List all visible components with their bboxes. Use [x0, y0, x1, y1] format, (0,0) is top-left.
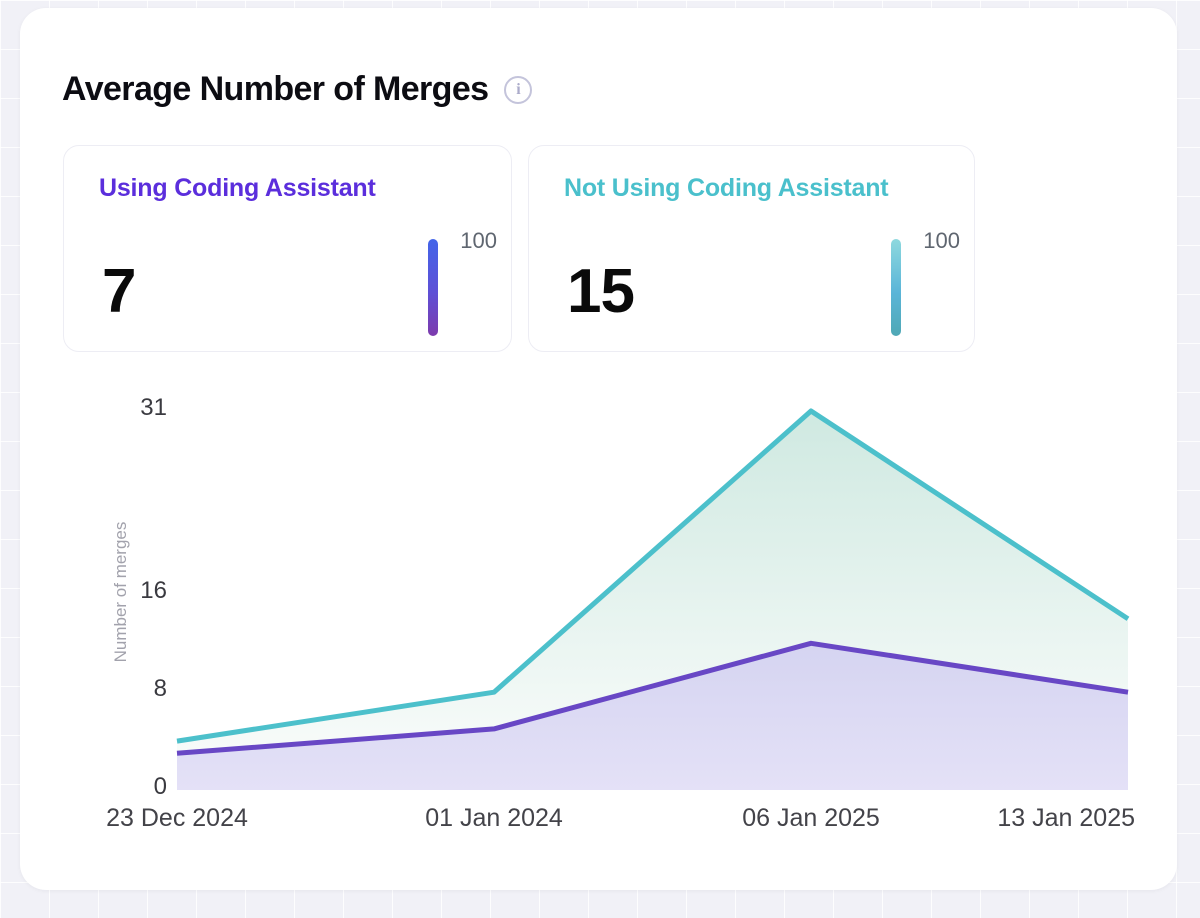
stat-card-value: 7 — [102, 256, 135, 327]
y-axis-title: Number of merges — [111, 522, 131, 663]
panel-header: Average Number of Merges i — [62, 70, 532, 109]
stat-scale-bar — [428, 239, 438, 336]
x-axis-label: 23 Dec 2024 — [106, 803, 248, 833]
stat-scale-max: 100 — [923, 228, 960, 254]
stat-scale-max: 100 — [460, 228, 497, 254]
x-axis-label: 01 Jan 2024 — [425, 803, 563, 833]
stat-scale-bar — [891, 239, 901, 336]
stat-card-value: 15 — [567, 256, 634, 327]
x-axis-label: 13 Jan 2025 — [997, 803, 1135, 833]
x-axis-label: 06 Jan 2025 — [742, 803, 880, 833]
y-tick-label: 8 — [154, 675, 167, 703]
stat-card-using-assistant: Using Coding Assistant 7 100 — [63, 145, 512, 352]
y-tick-label: 31 — [140, 394, 167, 422]
stat-card-label: Not Using Coding Assistant — [564, 174, 888, 203]
info-icon[interactable]: i — [504, 76, 532, 104]
stat-card-label: Using Coding Assistant — [99, 174, 376, 203]
chart-panel: Average Number of Merges i Using Coding … — [20, 8, 1177, 890]
y-tick-label: 0 — [154, 773, 167, 801]
page-title: Average Number of Merges — [62, 70, 488, 109]
y-tick-label: 16 — [140, 577, 167, 605]
stat-card-not-using-assistant: Not Using Coding Assistant 15 100 — [528, 145, 975, 352]
